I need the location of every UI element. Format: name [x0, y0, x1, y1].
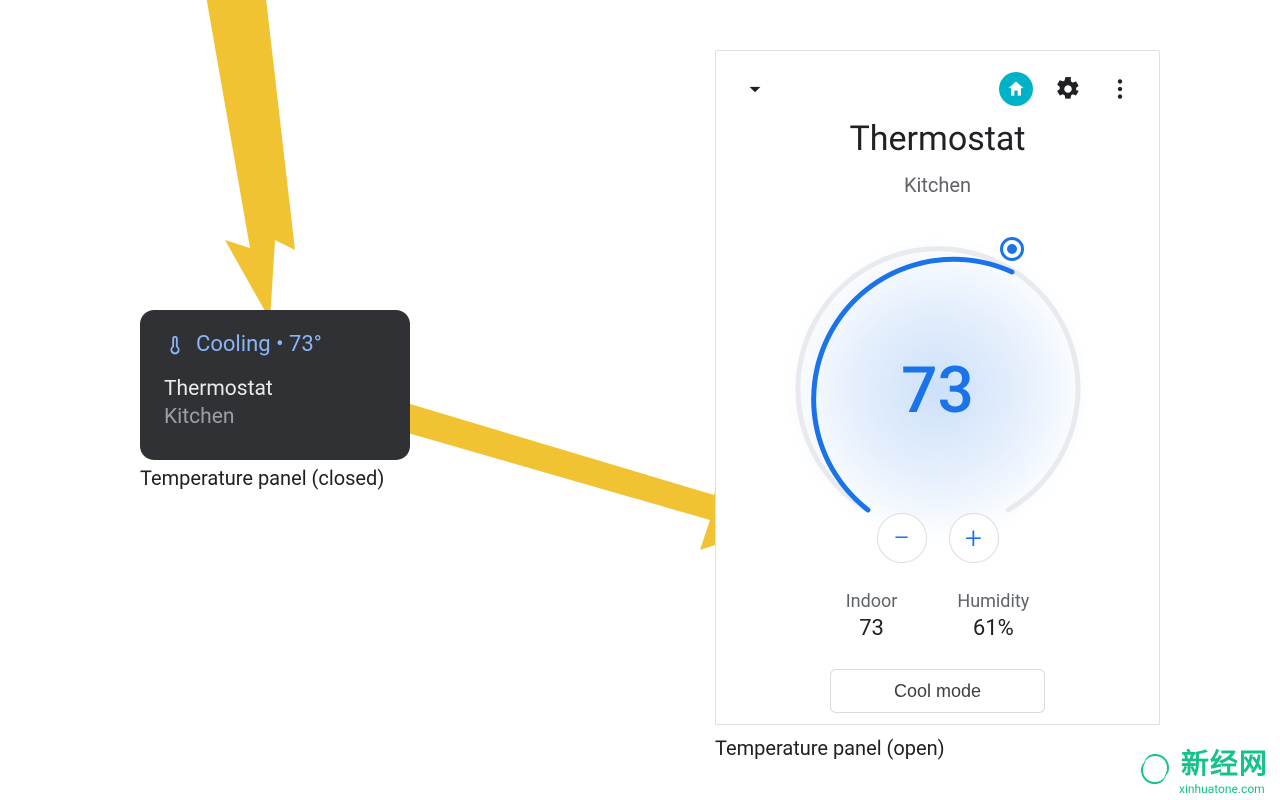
closed-device-name: Thermostat — [164, 377, 386, 401]
humidity-stat: Humidity 61% — [957, 591, 1029, 641]
thermometer-icon — [164, 334, 186, 356]
indoor-label: Indoor — [846, 591, 898, 612]
settings-button[interactable] — [1051, 72, 1085, 106]
temp-up-button[interactable]: + — [949, 513, 999, 563]
open-title: Thermostat — [738, 119, 1137, 159]
thermostat-panel-open: Thermostat Kitchen 73 − + Indoor 73 Humi… — [715, 50, 1160, 725]
overflow-menu-button[interactable] — [1103, 72, 1137, 106]
closed-status-row: Cooling • 73° — [164, 332, 386, 357]
indoor-stat: Indoor 73 — [846, 591, 898, 641]
watermark-swirl-icon — [1137, 751, 1173, 787]
caption-open: Temperature panel (open) — [715, 736, 945, 760]
gear-icon — [1055, 76, 1081, 102]
caption-closed: Temperature panel (closed) — [140, 466, 384, 490]
indoor-value: 73 — [846, 616, 898, 641]
humidity-label: Humidity — [957, 591, 1029, 612]
home-icon — [1006, 79, 1026, 99]
mode-button[interactable]: Cool mode — [830, 669, 1045, 713]
temp-down-button[interactable]: − — [877, 513, 927, 563]
chevron-down-icon — [742, 76, 768, 102]
source-watermark: 新经网 xinhuatone.com — [1137, 742, 1268, 796]
humidity-value: 61% — [957, 616, 1029, 641]
watermark-cn: 新经网 — [1181, 742, 1268, 782]
thermostat-chip-closed[interactable]: Cooling • 73° Thermostat Kitchen — [140, 310, 410, 460]
home-button[interactable] — [999, 72, 1033, 106]
open-room: Kitchen — [738, 173, 1137, 197]
temperature-dial[interactable]: 73 − + — [783, 235, 1093, 545]
more-vert-icon — [1107, 76, 1133, 102]
closed-room-name: Kitchen — [164, 405, 386, 429]
stats-row: Indoor 73 Humidity 61% — [738, 591, 1137, 641]
collapse-button[interactable] — [738, 72, 772, 106]
dial-knob[interactable] — [1000, 237, 1024, 261]
arrow-to-closed — [165, 0, 365, 320]
open-top-bar — [738, 69, 1137, 109]
closed-status-text: Cooling • 73° — [196, 332, 322, 357]
set-temperature: 73 — [783, 235, 1093, 545]
watermark-en: xinhuatone.com — [1179, 782, 1268, 796]
